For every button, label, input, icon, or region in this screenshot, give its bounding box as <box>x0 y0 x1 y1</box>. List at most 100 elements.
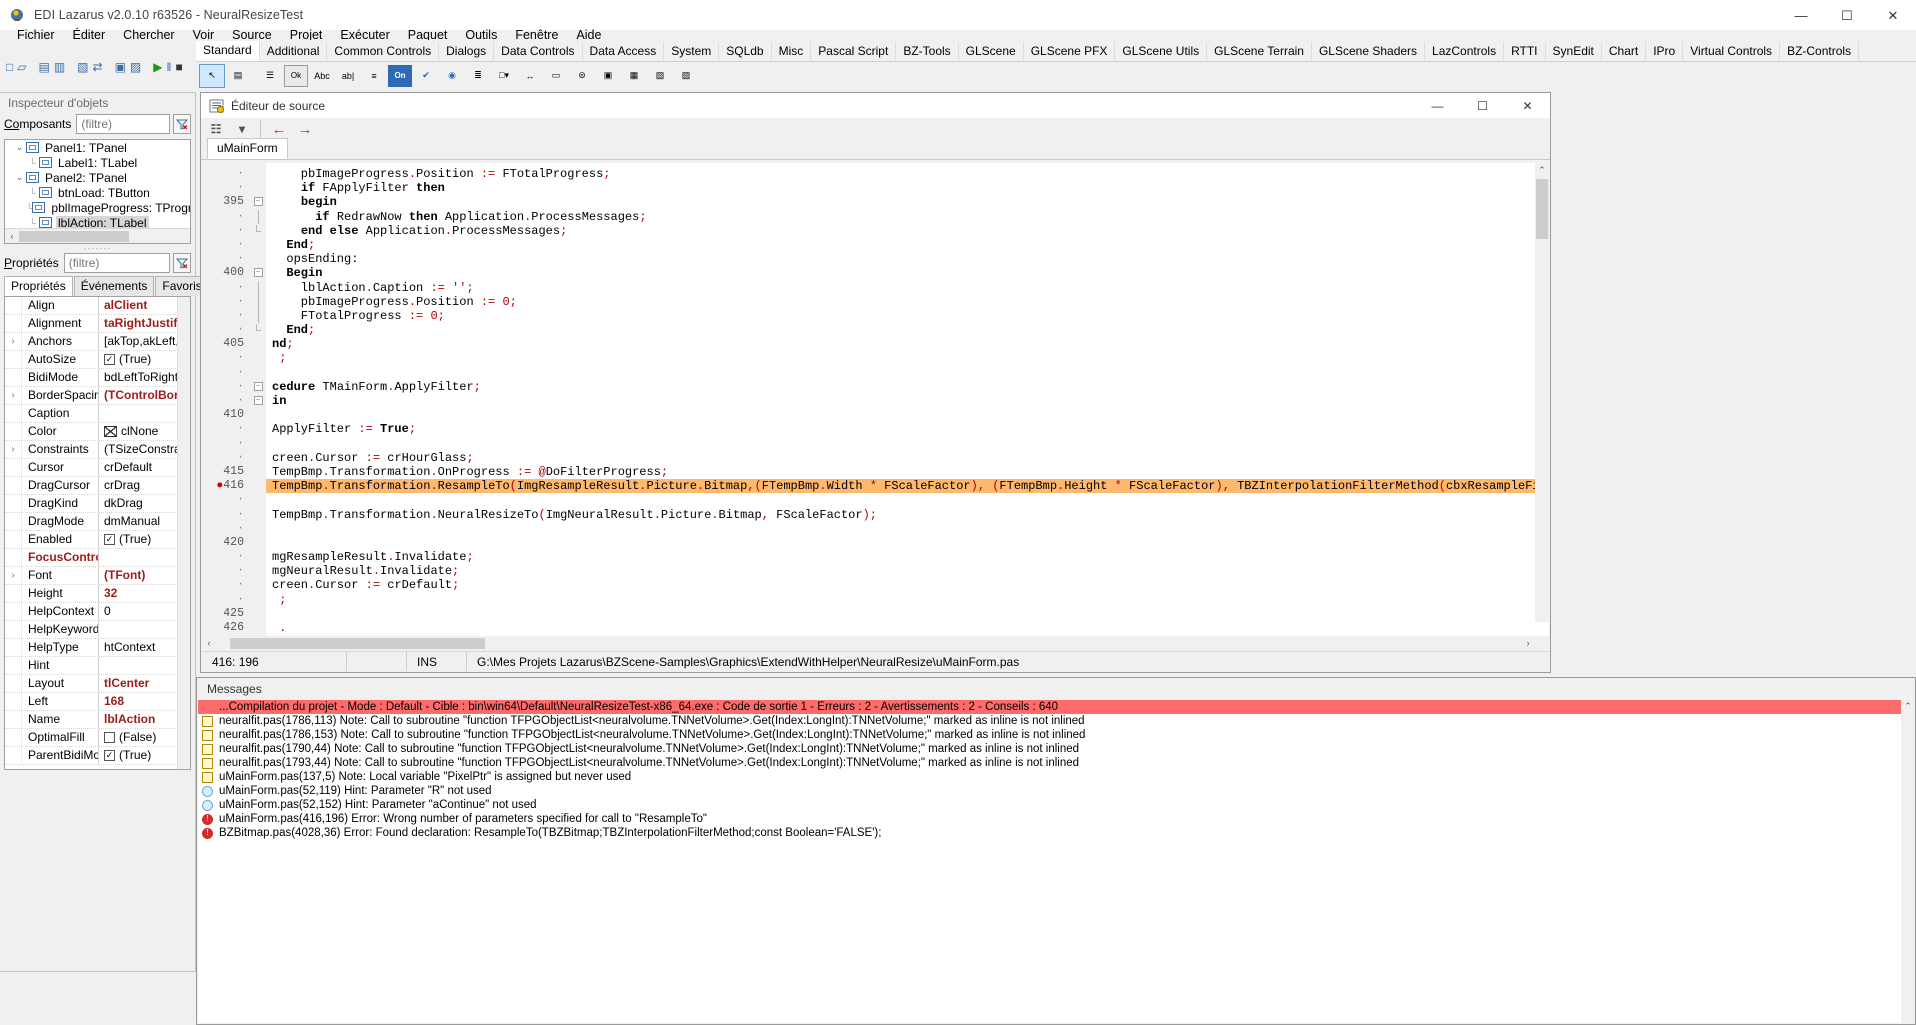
property-expander-icon[interactable]: › <box>5 333 22 350</box>
bookmark-list-button[interactable]: ☷ <box>205 119 227 139</box>
code-line[interactable]: cedure TMainForm.ApplyFilter; <box>266 380 1549 394</box>
palette-tab-glscene-shaders[interactable]: GLScene Shaders <box>1311 42 1426 61</box>
tactionlist-icon[interactable]: ▦ <box>622 65 646 87</box>
palette-tab-ipro[interactable]: IPro <box>1646 42 1684 61</box>
editor-scroll-right-icon[interactable]: › <box>1521 638 1535 648</box>
message-row[interactable]: neuralfit.pas(1786,113) Note: Call to su… <box>198 714 1901 728</box>
save-file-button[interactable]: ▤ <box>38 56 49 78</box>
checkbox-icon[interactable]: ✓ <box>104 750 115 761</box>
editor-vscrollbar[interactable]: ⌃ <box>1535 163 1549 622</box>
code-line[interactable]: ; <box>266 351 1549 365</box>
messages-scroll-up-icon[interactable]: ⌃ <box>1901 700 1915 713</box>
color-swatch-icon[interactable] <box>104 426 117 437</box>
open-file-button[interactable]: ▱ <box>17 56 26 78</box>
palette-tab-glscene-utils[interactable]: GLScene Utils <box>1115 42 1208 61</box>
palette-tab-common-controls[interactable]: Common Controls <box>327 42 440 61</box>
fold-marker[interactable]: − <box>250 380 266 394</box>
code-line[interactable] <box>266 437 1549 451</box>
code-editor[interactable]: · · 395 · · · · 400 · · · · 405 · · · · 410 · · · 415 ●416 · · · 4… <box>202 163 1549 636</box>
editor-hscroll-thumb[interactable] <box>230 637 485 649</box>
tbutton-icon[interactable]: Ok <box>284 64 308 87</box>
ttogglebox-icon[interactable]: On <box>388 64 412 87</box>
property-row[interactable]: Alignment taRightJustify <box>5 315 190 333</box>
code-line[interactable]: creen.Cursor := crDefault; <box>266 578 1549 592</box>
fold-marker[interactable]: − <box>250 266 266 280</box>
tree-node[interactable]: └ Label1: TLabel <box>5 155 190 170</box>
source-close-button[interactable]: ✕ <box>1505 93 1550 118</box>
property-row[interactable]: AutoSize ✓ (True) <box>5 351 190 369</box>
palette-tab-pascal-script[interactable]: Pascal Script <box>811 42 897 61</box>
source-minimize-button[interactable]: — <box>1415 93 1460 118</box>
checkbox-icon[interactable]: ✓ <box>104 354 115 365</box>
palette-tab-system[interactable]: System <box>664 42 720 61</box>
code-line[interactable] <box>266 408 1549 422</box>
tree-expander-icon[interactable]: ⌄ <box>13 142 26 153</box>
property-row[interactable]: › Font (TFont) <box>5 567 190 585</box>
source-tab-umainform[interactable]: uMainForm <box>207 138 288 159</box>
palette-tab-additional[interactable]: Additional <box>259 42 328 61</box>
property-row[interactable]: DragCursor crDrag <box>5 477 190 495</box>
view-units-button[interactable]: ▣ <box>115 56 126 78</box>
component-tree-hscrollbar[interactable]: ‹ <box>5 228 190 243</box>
palette-tab-bz-tools[interactable]: BZ-Tools <box>896 42 959 61</box>
palette-tab-glscene[interactable]: GLScene <box>958 42 1024 61</box>
palette-tab-misc[interactable]: Misc <box>771 42 812 61</box>
code-line[interactable] <box>266 536 1549 550</box>
code-line[interactable]: creen.Cursor := crHourGlass; <box>266 451 1549 465</box>
message-row[interactable]: uMainForm.pas(52,152) Hint: Parameter "a… <box>198 798 1901 812</box>
jump-forward-button[interactable]: → <box>294 119 316 139</box>
code-line[interactable]: Begin <box>266 266 1549 280</box>
editor-vscroll-thumb[interactable] <box>1536 179 1548 239</box>
property-expander-icon[interactable]: › <box>5 567 22 584</box>
tradiogroup-icon[interactable]: ⊜ <box>570 65 594 87</box>
palette-tab-chart[interactable]: Chart <box>1601 42 1647 61</box>
palette-tab-synedit[interactable]: SynEdit <box>1545 42 1602 61</box>
palette-tab-data-access[interactable]: Data Access <box>582 42 665 61</box>
tcombobox-icon[interactable]: □▾ <box>492 65 516 87</box>
editor-scroll-up-icon[interactable]: ⌃ <box>1535 163 1549 177</box>
code-line[interactable]: end else Application.ProcessMessages; <box>266 224 1549 238</box>
code-folding-gutter[interactable]: − − − − <box>250 163 266 636</box>
message-row[interactable]: neuralfit.pas(1793,44) Note: Call to sub… <box>198 756 1901 770</box>
palette-tab-data-controls[interactable]: Data Controls <box>494 42 583 61</box>
checkbox-icon[interactable] <box>104 732 115 743</box>
tree-node[interactable]: └ btnLoad: TButton <box>5 185 190 200</box>
code-line[interactable] <box>266 366 1549 380</box>
property-row[interactable]: HelpContext 0 <box>5 603 190 621</box>
property-row[interactable]: › Constraints (TSizeConstraints <box>5 441 190 459</box>
message-row[interactable]: ! uMainForm.pas(416,196) Error: Wrong num… <box>198 812 1901 826</box>
code-line[interactable]: if RedrawNow then Application.ProcessMes… <box>266 210 1549 224</box>
palette-tab-glscene-terrain[interactable]: GLScene Terrain <box>1207 42 1312 61</box>
property-row[interactable]: BidiMode bdLeftToRight <box>5 369 190 387</box>
property-row[interactable]: FocusControl <box>5 549 190 567</box>
code-line[interactable]: nd; <box>266 337 1549 351</box>
code-line[interactable]: lblAction.Caption := ''; <box>266 281 1549 295</box>
code-line[interactable]: if FApplyFilter then <box>266 181 1549 195</box>
code-line[interactable]: ApplyFilter := True; <box>266 422 1549 436</box>
tree-expander-icon[interactable]: ⌄ <box>13 172 26 183</box>
property-row[interactable]: HelpType htContext <box>5 639 190 657</box>
code-line[interactable]: in <box>266 394 1549 408</box>
property-row[interactable]: HelpKeyword <box>5 621 190 639</box>
message-row[interactable]: uMainForm.pas(52,119) Hint: Parameter "R… <box>198 784 1901 798</box>
tmemo-icon[interactable]: ≡ <box>362 65 386 87</box>
dropdown-button[interactable]: ▾ <box>231 119 253 139</box>
tscrollbar-icon[interactable]: ↔ <box>518 65 542 87</box>
tree-node[interactable]: └ pblImageProgress: TProgre <box>5 200 190 215</box>
scroll-thumb[interactable] <box>19 230 129 242</box>
tpagecontrol-icon[interactable]: ▧ <box>648 65 672 87</box>
fold-marker[interactable]: − <box>250 195 266 209</box>
maximize-button[interactable]: ☐ <box>1824 0 1870 31</box>
menu-item-diter[interactable]: Éditer <box>64 25 115 45</box>
code-line[interactable]: TempBmp.Transformation.NeuralResizeTo(Im… <box>266 508 1549 522</box>
code-line[interactable]: FTotalProgress := 0; <box>266 309 1549 323</box>
tree-node[interactable]: ⌄ Panel1: TPanel <box>5 140 190 155</box>
stop-button[interactable]: ■ <box>175 56 182 78</box>
code-line[interactable]: pbImageProgress.Position := 0; <box>266 295 1549 309</box>
property-row[interactable]: ›BorderSpacing(TControlBorder <box>5 387 190 405</box>
menu-item-fichier[interactable]: Fichier <box>8 25 64 45</box>
code-line[interactable]: . <box>266 621 1549 635</box>
code-line[interactable]: End; <box>266 238 1549 252</box>
message-row[interactable]: neuralfit.pas(1790,44) Note: Call to sub… <box>198 742 1901 756</box>
checkbox-icon[interactable]: ✓ <box>104 534 115 545</box>
